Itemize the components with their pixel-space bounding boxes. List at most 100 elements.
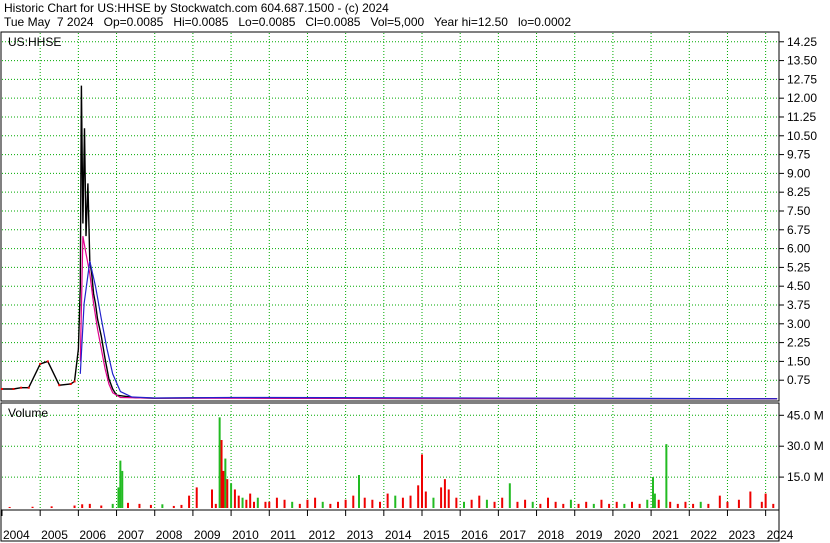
volume-bar xyxy=(478,495,481,508)
volume-y-tick-label: 30.0 M xyxy=(787,439,824,453)
price-panel-title: US:HHSE xyxy=(8,35,61,49)
date-tick-label: 2006 xyxy=(79,528,106,542)
date-tick-label: 2012 xyxy=(308,528,335,542)
volume-bar xyxy=(230,483,233,508)
date-tick-label: 2005 xyxy=(41,528,68,542)
volume-bar xyxy=(371,499,374,508)
volume-bar xyxy=(172,505,175,508)
volume-bar xyxy=(447,489,450,508)
volume-bar xyxy=(463,501,465,508)
volume-bar xyxy=(615,501,618,508)
date-tick-label: 2023 xyxy=(728,528,755,542)
volume-bar xyxy=(214,503,217,508)
volume-bar xyxy=(264,501,267,508)
volume-bar xyxy=(772,503,775,508)
historic-chart: 0.75 1.50 2.25 3.00 3.75 4.50 5.25 6.00 6.75 7.50… xyxy=(0,31,824,542)
volume-bar xyxy=(195,487,198,508)
date-tick-label: 2007 xyxy=(118,528,145,542)
date-tick-label: 2021 xyxy=(652,528,679,542)
volume-bar xyxy=(585,501,588,508)
volume-bar xyxy=(669,501,672,508)
volume-bar xyxy=(455,497,458,508)
price-series-line xyxy=(2,85,778,400)
volume-bar xyxy=(237,495,240,508)
price-y-tick-label: 13.50 xyxy=(787,54,817,68)
volume-bar xyxy=(508,483,511,508)
volume-bar xyxy=(652,477,654,508)
volume-bar xyxy=(726,501,729,508)
volume-bar xyxy=(224,458,227,508)
volume-bar xyxy=(298,503,301,508)
volume-bar xyxy=(409,495,412,508)
volume-bar xyxy=(306,499,309,508)
price-y-tick-label: 3.75 xyxy=(787,298,811,312)
volume-bar xyxy=(718,495,721,508)
volume-y-tick-label: 45.0 M xyxy=(787,408,824,422)
volume-bar xyxy=(440,487,443,508)
volume-bar xyxy=(117,487,120,508)
moving-average-short-line xyxy=(79,235,778,400)
volume-bar xyxy=(111,503,114,508)
date-tick-label: 2014 xyxy=(385,528,412,542)
volume-bar xyxy=(684,501,687,508)
volume-bar xyxy=(321,501,324,508)
volume-bar xyxy=(432,497,435,508)
volume-bar xyxy=(249,493,252,508)
volume-bar xyxy=(421,454,423,508)
volume-bar xyxy=(699,501,702,508)
volume-bar xyxy=(676,503,679,508)
volume-bar xyxy=(600,499,603,508)
volume-bar xyxy=(100,505,103,508)
volume-bar xyxy=(211,489,213,508)
volume-bar xyxy=(394,495,397,508)
volume-bar xyxy=(653,493,656,508)
date-tick-label: 2020 xyxy=(614,528,641,542)
early-trade-marker xyxy=(46,360,49,363)
volume-bar xyxy=(493,501,496,508)
volume-bar xyxy=(657,499,660,508)
early-trade-marker xyxy=(69,382,72,385)
price-y-tick-label: 11.25 xyxy=(787,110,816,124)
volume-bar xyxy=(424,491,427,508)
volume-bar xyxy=(119,460,122,508)
volume-bar xyxy=(524,499,527,508)
early-trade-marker xyxy=(1,387,3,390)
volume-bar xyxy=(547,497,549,508)
volume-bar xyxy=(138,503,141,508)
volume-bar xyxy=(737,499,740,508)
date-tick-label: 2019 xyxy=(576,528,603,542)
price-y-tick-label: 3.00 xyxy=(787,317,811,331)
price-y-tick-label: 4.50 xyxy=(787,279,811,293)
volume-bar xyxy=(516,501,519,508)
price-y-axis: 0.75 1.50 2.25 3.00 3.75 4.50 5.25 6.00 6.75 7.50… xyxy=(779,35,817,387)
price-y-tick-label: 2.25 xyxy=(787,336,811,350)
chart-window: Historic Chart for US:HHSE by Stockwatch… xyxy=(0,0,830,543)
volume-bar xyxy=(50,506,53,508)
volume-bar xyxy=(188,495,191,508)
volume-bar xyxy=(638,503,641,508)
volume-bar xyxy=(531,501,534,508)
volume-bar xyxy=(88,503,91,508)
date-tick-label: 2017 xyxy=(499,528,526,542)
volume-bar xyxy=(417,485,420,508)
volume-y-axis: 15.0 M 30.0 M 45.0 M xyxy=(779,408,824,484)
volume-bar xyxy=(121,470,124,508)
volume-bar xyxy=(646,499,649,508)
volume-bar xyxy=(749,491,752,508)
volume-bar xyxy=(760,501,763,508)
volume-bar xyxy=(233,489,236,508)
price-y-tick-label: 6.75 xyxy=(787,223,811,237)
volume-bar xyxy=(283,499,286,508)
volume-bar xyxy=(379,501,381,508)
price-y-tick-label: 1.50 xyxy=(787,354,811,368)
volume-bar xyxy=(218,417,221,508)
volume-bar xyxy=(149,504,152,508)
volume-bars xyxy=(8,417,775,508)
price-y-tick-label: 6.00 xyxy=(787,242,811,256)
volume-bar xyxy=(764,493,767,508)
price-y-tick-label: 8.25 xyxy=(787,185,811,199)
volume-y-tick-label: 15.0 M xyxy=(787,470,824,484)
volume-bar xyxy=(226,479,229,508)
volume-bar xyxy=(31,506,34,508)
price-y-tick-label: 9.75 xyxy=(787,148,811,162)
